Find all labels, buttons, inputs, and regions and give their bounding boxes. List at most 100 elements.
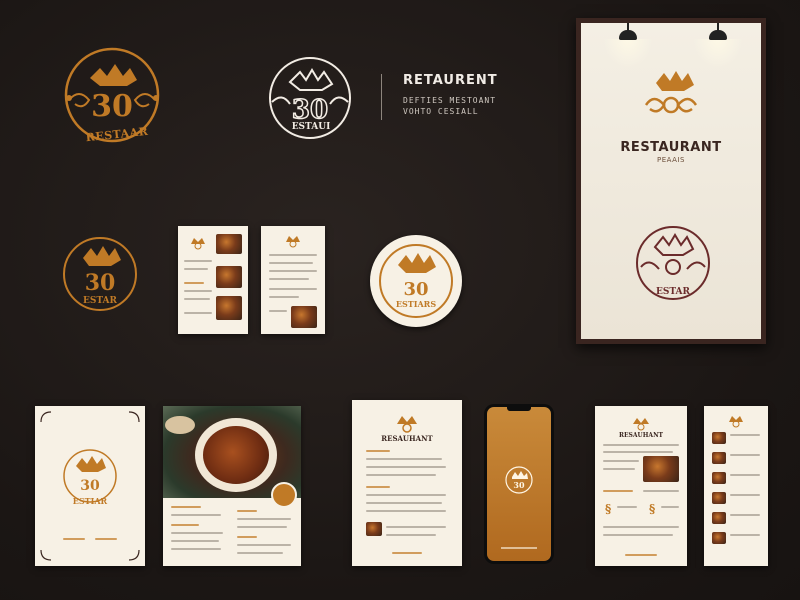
text-line [366, 494, 446, 496]
text-line [617, 506, 637, 508]
wordmark-line2: VOHTO CESIALL [403, 107, 479, 116]
poster: RESTAURANT PEAAIS ESTAR [581, 23, 761, 339]
svg-text:30: 30 [513, 480, 525, 490]
menu-right-title: RESAUHANT [618, 432, 664, 439]
text-line [603, 468, 635, 470]
text-line [366, 474, 436, 476]
text-line [269, 296, 299, 298]
menu-cover: 30 ESTIAR [35, 406, 145, 566]
text-line [269, 288, 317, 290]
text-line [366, 450, 390, 452]
text-line [661, 506, 679, 508]
text-line [366, 486, 390, 488]
lamp-right-icon [709, 30, 727, 40]
text-line [237, 536, 257, 538]
food-photo [712, 452, 726, 464]
text-line [237, 544, 291, 546]
text-line [184, 268, 208, 270]
text-line [171, 532, 223, 534]
text-line [730, 434, 760, 436]
menu-right-1: RESAUHANT § § [595, 406, 687, 566]
food-photo [216, 266, 242, 288]
text-line [386, 534, 436, 536]
text-line [171, 506, 201, 508]
text-line [184, 260, 212, 262]
wordmark-title: RETAURENT [403, 73, 498, 88]
text-line [269, 270, 317, 272]
wordmark-line1: DEFTIES MESTOANT [403, 96, 497, 105]
menu-card-small-1 [178, 226, 248, 334]
text-line [625, 554, 657, 556]
svg-text:30: 30 [80, 478, 100, 494]
food-photo [712, 492, 726, 504]
svg-text:30: 30 [292, 95, 328, 125]
photo-badge-icon [271, 482, 297, 508]
card-title-logo-icon [397, 416, 417, 433]
text-line [603, 444, 679, 446]
text-line [366, 502, 442, 504]
price-glyph: § [649, 502, 656, 516]
bread [165, 416, 195, 434]
text-line [237, 526, 287, 528]
poster-title: RESTAURANT [620, 140, 722, 155]
text-line [269, 278, 309, 280]
menu-right-2 [704, 406, 768, 566]
text-line [269, 310, 287, 312]
text-line [366, 466, 446, 468]
food-photo [712, 472, 726, 484]
phone-screen: 30 [487, 407, 551, 561]
phone-mockup: 30 [484, 404, 554, 564]
text-line [63, 538, 85, 540]
text-line [386, 526, 446, 528]
badge-text: ESTIARS [395, 299, 437, 309]
poster-frame: RESTAURANT PEAAIS ESTAR [576, 18, 766, 344]
text-line [171, 524, 199, 526]
text-line [366, 458, 442, 460]
text-line [269, 254, 317, 256]
phone-notch [507, 407, 531, 411]
text-line [603, 451, 673, 453]
cover-text: ESTIAR [72, 496, 108, 506]
logo-orange: 30 RESTAAR [55, 40, 170, 155]
poster-subtitle: PEAAIS [657, 156, 685, 164]
text-line [171, 514, 221, 516]
badge-emblem-icon: 30 [379, 244, 453, 318]
text-line [184, 290, 212, 292]
circular-badge: 30 ESTIARS [370, 235, 462, 327]
text-line [184, 298, 210, 300]
text-line [730, 514, 760, 516]
text-line [603, 526, 679, 528]
text-line [730, 494, 760, 496]
food-photo [712, 432, 726, 444]
phone-logo-icon: 30 [505, 466, 533, 494]
text-line [171, 540, 219, 542]
logo-small-text: ESTAR [82, 296, 118, 306]
svg-text:30: 30 [91, 89, 133, 124]
card-logo-icon [191, 238, 205, 250]
card-logo-icon [633, 418, 649, 431]
text-line [730, 534, 760, 536]
logo-white: 30 ESTAUI [260, 50, 360, 150]
text-line [643, 490, 679, 492]
food-photo [216, 296, 242, 320]
menu-card-small-2 [261, 226, 325, 334]
poster-stamp-text: ESTAR [655, 287, 691, 297]
text-line [392, 552, 422, 554]
text-line [366, 510, 446, 512]
text-line [730, 454, 760, 456]
text-line [95, 538, 117, 540]
phone-home-bar [501, 547, 537, 549]
text-line [184, 312, 212, 314]
food-photo [366, 522, 382, 536]
food-photo [712, 532, 726, 544]
text-line [603, 490, 633, 492]
wordmark-divider [381, 74, 382, 120]
svg-text:30: 30 [403, 279, 428, 300]
food-photo [291, 306, 317, 328]
card-logo-icon [286, 236, 300, 248]
text-line [269, 262, 313, 264]
menu-card-titled: RESAUHANT [352, 400, 462, 566]
food-photo [712, 512, 726, 524]
svg-text:30: 30 [85, 270, 116, 296]
lamp-left-icon [619, 30, 637, 40]
